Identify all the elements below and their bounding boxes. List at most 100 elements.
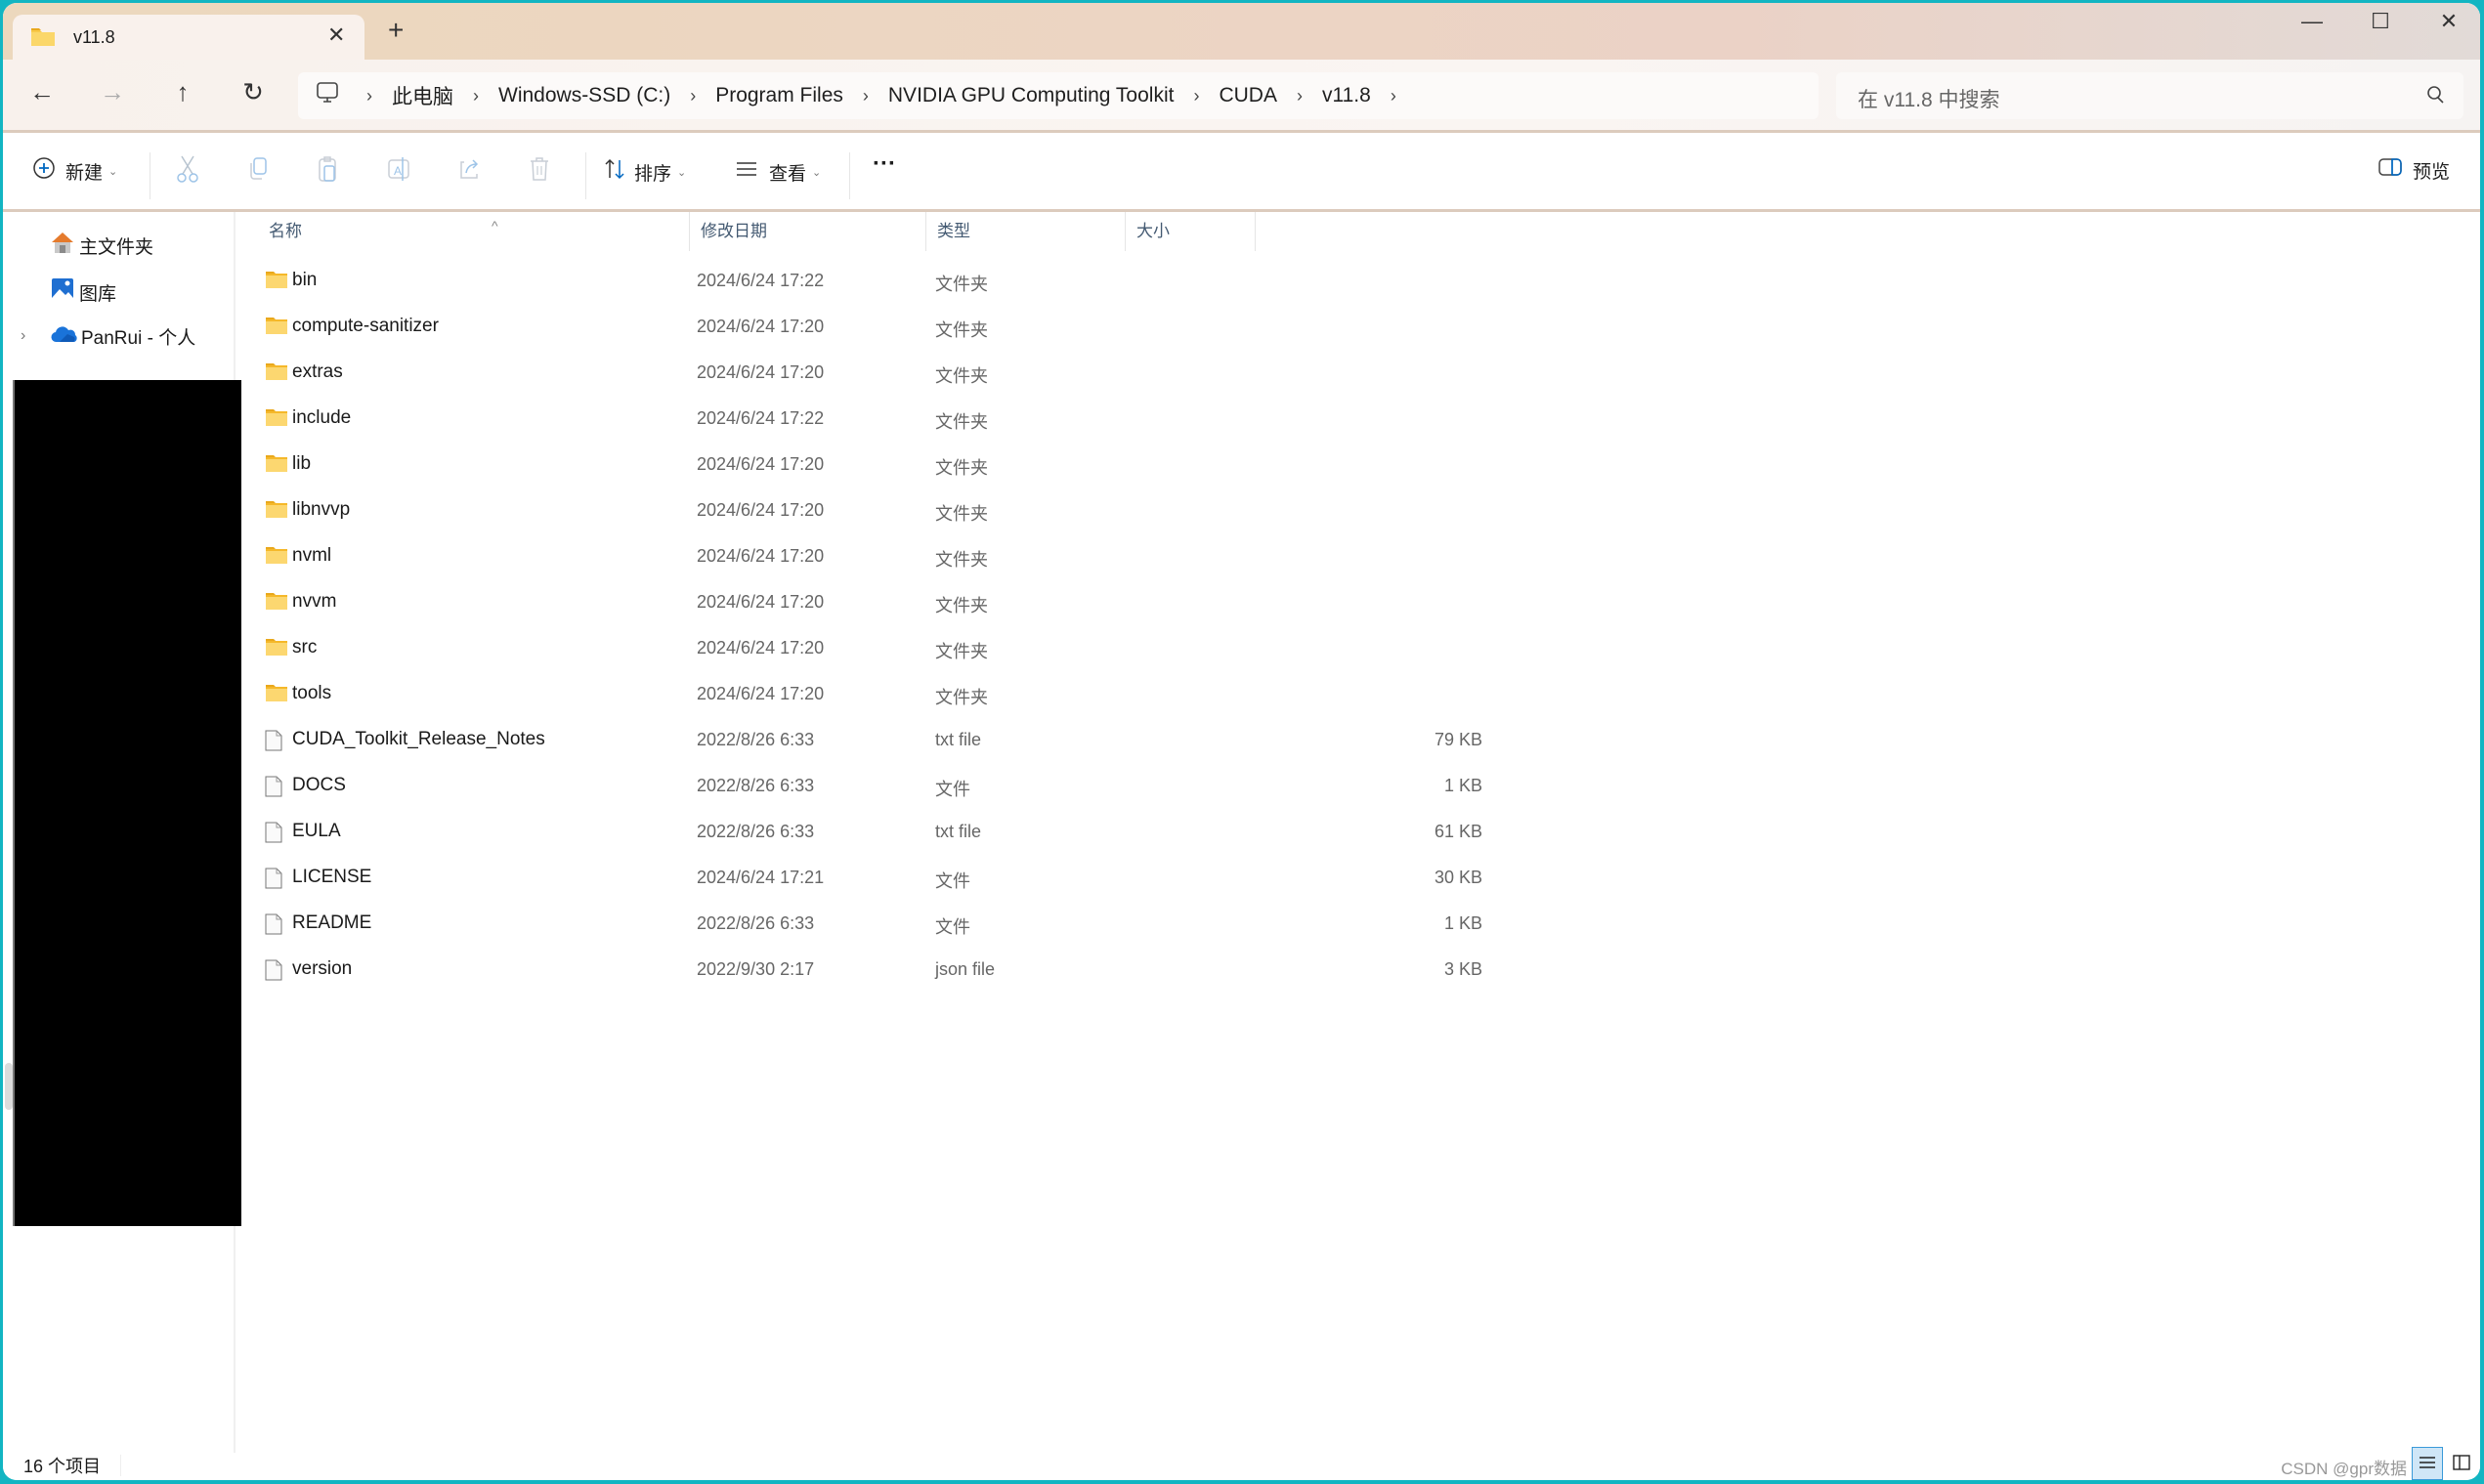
column-header-size[interactable]: 大小 (1125, 212, 1256, 251)
preview-pane-button[interactable]: 预览 (2377, 156, 2450, 184)
tiles-view-button[interactable] (2447, 1447, 2476, 1478)
search-icon[interactable] (2426, 84, 2446, 110)
file-row[interactable]: extras 2024/6/24 17:20 文件夹 (257, 350, 1490, 396)
sort-icon (603, 156, 628, 188)
file-row[interactable]: LICENSE 2024/6/24 17:21 文件 30 KB (257, 855, 1490, 901)
file-row[interactable]: lib 2024/6/24 17:20 文件夹 (257, 442, 1490, 488)
file-row[interactable]: tools 2024/6/24 17:20 文件夹 (257, 671, 1490, 717)
column-header-name[interactable]: 名称 ^ (257, 212, 690, 251)
file-name: libnvvp (292, 499, 351, 520)
more-options-button[interactable]: ··· (873, 150, 896, 178)
column-header-type[interactable]: 类型 (925, 212, 1126, 251)
view-button[interactable]: 查看 ⌄ (734, 156, 821, 188)
file-row[interactable]: DOCS 2022/8/26 6:33 文件 1 KB (257, 763, 1490, 809)
cut-icon[interactable] (175, 154, 200, 189)
sidebar-scrollbar[interactable] (5, 1063, 13, 1110)
plus-circle-icon (32, 156, 56, 186)
gallery-icon (50, 276, 75, 308)
file-row[interactable]: bin 2024/6/24 17:22 文件夹 (257, 258, 1490, 304)
breadcrumb-separator[interactable]: › (366, 86, 372, 106)
forward-button[interactable]: → (95, 77, 130, 107)
file-size: 79 KB (1434, 730, 1482, 749)
sort-label: 排序 (634, 163, 672, 185)
sidebar-item-onedrive[interactable]: PanRui - 个人 (50, 323, 195, 350)
file-type: 文件夹 (935, 412, 988, 432)
file-icon (265, 913, 282, 940)
copy-icon[interactable] (245, 154, 271, 189)
breadcrumb-separator[interactable]: › (690, 86, 696, 106)
monitor-icon[interactable] (316, 81, 339, 110)
sidebar-item-label: 图库 (79, 283, 117, 305)
breadcrumb[interactable]: › 此电脑 › Windows-SSD (C:) › Program Files… (298, 72, 1819, 119)
file-date: 2024/6/24 17:20 (697, 362, 825, 382)
preview-label: 预览 (2413, 161, 2451, 183)
file-row[interactable]: version 2022/9/30 2:17 json file 3 KB (257, 947, 1490, 993)
share-icon[interactable] (456, 154, 482, 189)
sidebar-item-home[interactable]: 主文件夹 (50, 230, 153, 261)
file-name: tools (292, 683, 332, 703)
file-name: lib (292, 453, 312, 474)
breadcrumb-separator[interactable]: › (1391, 86, 1396, 106)
item-count: 16 个项目 (23, 1457, 102, 1476)
sort-button[interactable]: 排序 ⌄ (603, 156, 686, 188)
command-bar: 新建 ⌄ A 排序 ⌄ 查看 ⌄ ··· 预览 (3, 133, 2480, 212)
file-type: 文件夹 (935, 596, 988, 615)
close-tab-icon[interactable]: ✕ (327, 22, 345, 48)
delete-icon[interactable] (527, 154, 552, 189)
file-type: 文件夹 (935, 550, 988, 570)
breadcrumb-nvidia-toolkit[interactable]: NVIDIA GPU Computing Toolkit (888, 84, 1175, 107)
onedrive-cloud-icon (50, 324, 77, 350)
breadcrumb-separator[interactable]: › (1297, 86, 1303, 106)
rename-icon[interactable]: A (386, 154, 411, 189)
maximize-button[interactable]: ☐ (2356, 9, 2405, 34)
minimize-button[interactable]: — (2288, 9, 2336, 34)
details-view-icon (2420, 1457, 2435, 1468)
file-row[interactable]: nvml 2024/6/24 17:20 文件夹 (257, 533, 1490, 579)
file-name: version (292, 958, 353, 979)
file-name: CUDA_Toolkit_Release_Notes (292, 729, 545, 749)
chevron-down-icon: ⌄ (812, 166, 822, 179)
breadcrumb-cuda[interactable]: CUDA (1219, 84, 1277, 107)
file-row[interactable]: README 2022/8/26 6:33 文件 1 KB (257, 901, 1490, 947)
file-size: 3 KB (1443, 959, 1482, 979)
breadcrumb-separator[interactable]: › (473, 86, 479, 106)
new-button[interactable]: 新建 ⌄ (32, 156, 117, 186)
folder-icon (30, 27, 56, 52)
file-row[interactable]: nvvm 2024/6/24 17:20 文件夹 (257, 579, 1490, 625)
view-list-icon (734, 156, 759, 188)
search-placeholder: 在 v11.8 中搜索 (1858, 89, 2000, 111)
new-tab-button[interactable]: + (388, 15, 404, 46)
breadcrumb-this-pc[interactable]: 此电脑 (392, 81, 453, 110)
file-row[interactable]: compute-sanitizer 2024/6/24 17:20 文件夹 (257, 304, 1490, 350)
folder-icon (265, 500, 288, 524)
details-view-button[interactable] (2412, 1447, 2443, 1480)
up-button[interactable]: ↑ (165, 77, 200, 107)
tab-v11-8[interactable]: v11.8 ✕ (13, 15, 364, 60)
breadcrumb-v11-8[interactable]: v11.8 (1322, 84, 1371, 107)
file-date: 2024/6/24 17:20 (697, 546, 825, 566)
column-header-date[interactable]: 修改日期 (689, 212, 926, 251)
file-row[interactable]: src 2024/6/24 17:20 文件夹 (257, 625, 1490, 671)
file-row[interactable]: include 2024/6/24 17:22 文件夹 (257, 396, 1490, 442)
expand-chevron-icon[interactable]: › (21, 327, 25, 345)
file-name: bin (292, 270, 318, 290)
file-date: 2024/6/24 17:20 (697, 317, 825, 336)
paste-icon[interactable] (316, 154, 341, 189)
breadcrumb-separator[interactable]: › (1193, 86, 1199, 106)
close-window-button[interactable]: ✕ (2424, 9, 2473, 34)
file-icon (265, 776, 282, 802)
breadcrumb-windows-ssd[interactable]: Windows-SSD (C:) (498, 84, 670, 107)
file-row[interactable]: EULA 2022/8/26 6:33 txt file 61 KB (257, 809, 1490, 855)
sidebar-item-gallery[interactable]: 图库 (50, 276, 116, 308)
back-button[interactable]: ← (24, 77, 60, 107)
file-name: EULA (292, 821, 341, 841)
divider (585, 152, 586, 199)
breadcrumb-separator[interactable]: › (863, 86, 869, 106)
file-row[interactable]: libnvvp 2024/6/24 17:20 文件夹 (257, 488, 1490, 533)
refresh-button[interactable]: ↻ (236, 77, 271, 107)
file-date: 2022/8/26 6:33 (697, 913, 815, 933)
search-input[interactable]: 在 v11.8 中搜索 (1836, 72, 2463, 119)
file-type: 文件 (935, 917, 970, 937)
breadcrumb-program-files[interactable]: Program Files (715, 84, 843, 107)
file-row[interactable]: CUDA_Toolkit_Release_Notes 2022/8/26 6:33… (257, 717, 1490, 763)
